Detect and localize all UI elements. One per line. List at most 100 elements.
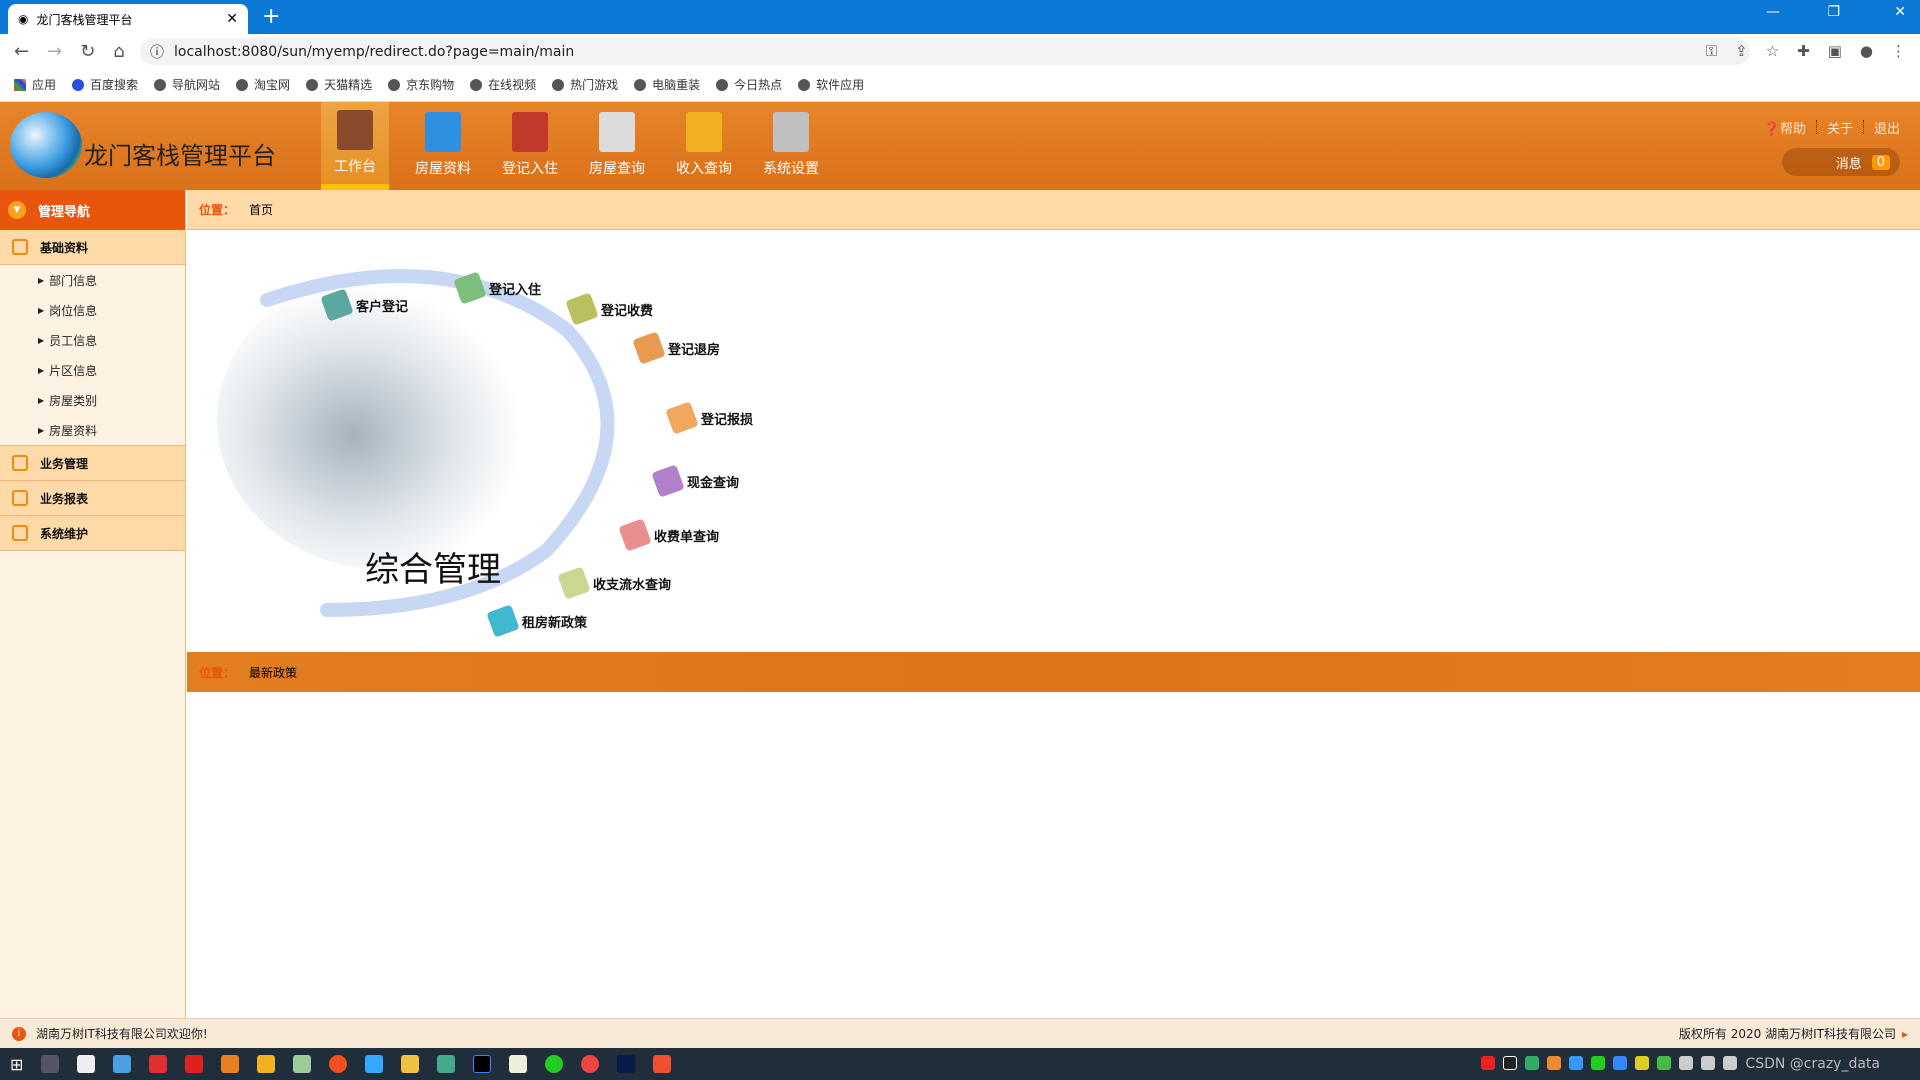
tray-icon[interactable] — [1635, 1056, 1650, 1070]
sidebar-group[interactable]: 基础资料 — [0, 230, 185, 265]
qq-icon[interactable] — [1503, 1056, 1518, 1070]
bookmark-item[interactable]: 热门游戏 — [552, 76, 618, 93]
app-icon[interactable] — [221, 1055, 240, 1073]
task-view-icon[interactable] — [41, 1055, 60, 1073]
app-icon[interactable] — [149, 1055, 168, 1073]
reload-icon[interactable]: ↻ — [80, 41, 95, 62]
close-window-button[interactable]: ✕ — [1894, 4, 1906, 20]
chrome-icon[interactable] — [581, 1055, 600, 1073]
bookmark-item[interactable]: 应用 — [14, 76, 56, 93]
diagram-item[interactable]: 登记退房 — [632, 331, 720, 365]
tray-icon[interactable] — [1547, 1056, 1562, 1070]
back-icon[interactable]: ← — [14, 41, 29, 62]
bluetooth-icon[interactable] — [1613, 1056, 1628, 1070]
menu-icon[interactable]: ⋮ — [1891, 42, 1906, 60]
nav-ruler[interactable]: 房屋资料 — [408, 102, 478, 190]
sidebar-group[interactable]: 业务报表 — [0, 481, 185, 516]
about-link[interactable]: 关于 — [1827, 118, 1853, 137]
sidebar-item[interactable]: ▶ 房屋类别 — [0, 385, 185, 415]
bookmark-item[interactable]: 导航网站 — [154, 76, 220, 93]
app-icon[interactable] — [437, 1055, 456, 1073]
wps-icon[interactable] — [185, 1055, 204, 1073]
home-icon[interactable]: ⌂ — [113, 41, 124, 62]
bookmark-item[interactable]: 淘宝网 — [236, 76, 290, 93]
help-link[interactable]: ❓帮助 — [1764, 118, 1806, 137]
diagram-item[interactable]: 登记收费 — [565, 292, 653, 326]
app-icon[interactable] — [653, 1055, 672, 1073]
diagram-item[interactable]: 收费单查询 — [618, 518, 719, 552]
extensions-icon[interactable]: ✚ — [1797, 42, 1810, 60]
edge-icon[interactable] — [113, 1055, 132, 1073]
volume-icon[interactable] — [1723, 1056, 1738, 1070]
sidebar-item[interactable]: ▶ 房屋资料 — [0, 415, 185, 445]
explorer-icon[interactable] — [401, 1055, 420, 1073]
wechat-icon[interactable] — [545, 1055, 564, 1073]
browser-tab[interactable]: ◉ 龙门客栈管理平台 ✕ — [8, 4, 248, 34]
bookmark-item[interactable]: 软件应用 — [798, 76, 864, 93]
url-bar[interactable]: ⓘ localhost:8080/sun/myemp/redirect.do?pa… — [140, 38, 1750, 65]
intellij-icon[interactable] — [473, 1055, 492, 1073]
diagram-item[interactable]: 现金查询 — [651, 464, 739, 498]
close-tab-icon[interactable]: ✕ — [226, 11, 238, 27]
group-label: 系统维护 — [40, 526, 89, 541]
messages-button[interactable]: 消息 0 — [1782, 148, 1900, 176]
tray-icon[interactable] — [1569, 1056, 1584, 1070]
java-icon[interactable] — [509, 1055, 528, 1073]
app-icon[interactable] — [329, 1055, 348, 1073]
nav-tools[interactable]: 系统设置 — [756, 102, 826, 190]
forward-icon[interactable]: → — [47, 41, 62, 62]
sidebar-group[interactable]: 系统维护 — [0, 516, 185, 551]
wechat-tray-icon[interactable] — [1591, 1056, 1606, 1070]
app-icon[interactable] — [257, 1055, 276, 1073]
photoshop-icon[interactable] — [617, 1055, 636, 1073]
sidebar-item[interactable]: ▶ 部门信息 — [0, 265, 185, 295]
diagram-item[interactable]: 登记入住 — [453, 271, 541, 305]
share-icon[interactable]: ⇪ — [1735, 42, 1748, 60]
item-label: 房屋资料 — [49, 423, 98, 438]
star-icon[interactable]: ☆ — [1766, 42, 1779, 60]
bookmark-item[interactable]: 今日热点 — [716, 76, 782, 93]
bookmark-item[interactable]: 在线视频 — [470, 76, 536, 93]
url-text[interactable]: localhost:8080/sun/myemp/redirect.do?pag… — [174, 44, 574, 60]
app-icon[interactable] — [77, 1055, 96, 1073]
sidebar-item[interactable]: ▶ 片区信息 — [0, 355, 185, 385]
security-icon[interactable] — [1657, 1056, 1672, 1070]
diagram-item[interactable]: 收支流水查询 — [557, 566, 671, 600]
copyright-text: 版权所有 2020 湖南万树IT科技有限公司 — [1678, 1027, 1896, 1041]
nav-folder[interactable]: 收入查询 — [669, 102, 739, 190]
caret-right-icon: ▶ — [38, 275, 45, 285]
logout-link[interactable]: 退出 — [1874, 118, 1900, 137]
bookmark-label: 在线视频 — [488, 78, 537, 92]
restore-button[interactable]: ❐ — [1827, 4, 1840, 20]
diagram-item[interactable]: 租房新政策 — [486, 604, 587, 638]
new-tab-button[interactable]: + — [262, 4, 280, 29]
nav-pencil[interactable]: 登记入住 — [495, 102, 565, 190]
taskbar: ⊞ CSDN @crazy_data — [0, 1048, 1920, 1080]
minimize-button[interactable]: — — [1766, 4, 1780, 20]
sidebar-item[interactable]: ▶ 员工信息 — [0, 325, 185, 355]
wifi-icon[interactable] — [1701, 1056, 1716, 1070]
bookmark-item[interactable]: 天猫精选 — [306, 76, 372, 93]
profile-icon[interactable]: ● — [1860, 42, 1873, 60]
bookmark-item[interactable]: 电脑重装 — [634, 76, 700, 93]
sidebar-group[interactable]: 业务管理 — [0, 446, 185, 481]
battery-icon[interactable] — [1679, 1056, 1694, 1070]
notepad-icon[interactable] — [293, 1055, 312, 1073]
caret-right-icon: ▶ — [38, 425, 45, 435]
sidebar-item[interactable]: ▶ 岗位信息 — [0, 295, 185, 325]
edit-icon — [12, 490, 28, 506]
bookmark-item[interactable]: 百度搜索 — [72, 76, 138, 93]
nav-book[interactable]: 工作台 — [321, 102, 389, 190]
sidebar-header[interactable]: ▼ 管理导航 — [0, 190, 185, 230]
bookmark-item[interactable]: 京东购物 — [388, 76, 454, 93]
tray-icon[interactable] — [1525, 1056, 1540, 1070]
wps-tray-icon[interactable] — [1481, 1056, 1496, 1070]
nav-printer[interactable]: 房屋查询 — [582, 102, 652, 190]
sidepanel-icon[interactable]: ▣ — [1828, 42, 1842, 60]
windows-start-icon[interactable]: ⊞ — [10, 1055, 23, 1074]
app-icon[interactable] — [365, 1055, 384, 1073]
diagram-item[interactable]: 登记报损 — [665, 401, 753, 435]
key-icon[interactable]: ⚿ — [1706, 42, 1717, 60]
diagram-item[interactable]: 客户登记 — [320, 288, 408, 322]
breadcrumb: 位置： 首页 — [187, 190, 1920, 230]
